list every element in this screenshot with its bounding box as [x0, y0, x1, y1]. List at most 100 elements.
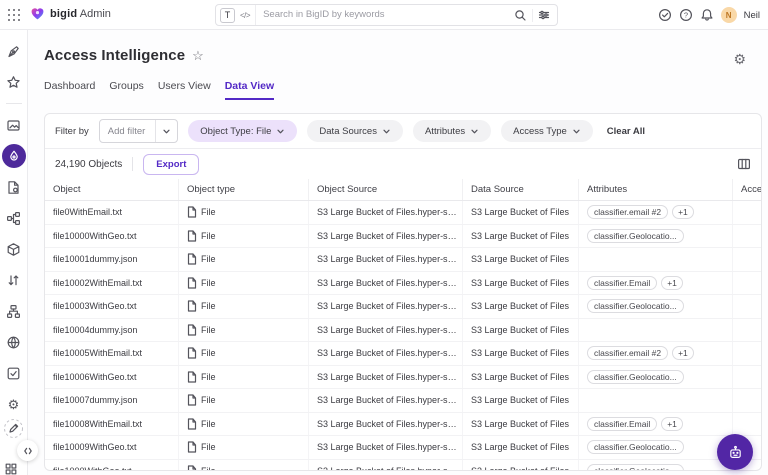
tab-dashboard[interactable]: Dashboard	[44, 80, 95, 100]
text-search-toggle[interactable]: T	[220, 8, 235, 23]
cell-object-type: File	[179, 436, 309, 459]
sidebar-item-compliance[interactable]	[2, 361, 26, 385]
column-header-object[interactable]: Object	[45, 179, 179, 200]
filter-pill-access-type[interactable]: Access Type	[501, 120, 593, 142]
table-row[interactable]: file1000WithGeo.txt File S3 Large Bucket…	[45, 460, 761, 472]
file-icon	[187, 253, 197, 265]
sidebar-item-catalog[interactable]	[2, 299, 26, 323]
cell-attributes: classifier.Geolocatio...	[579, 366, 733, 389]
filter-bar: Filter by Add filter Object Type: File D…	[45, 114, 761, 149]
table-row[interactable]: file10009WithGeo.txt File S3 Large Bucke…	[45, 436, 761, 460]
sidebar-item-settings[interactable]: ⚙	[2, 392, 26, 416]
cell-object: file10006WithGeo.txt	[45, 366, 179, 389]
add-filter-input[interactable]: Add filter	[99, 119, 179, 143]
table-row[interactable]: file10001dummy.json File S3 Large Bucket…	[45, 248, 761, 272]
export-button[interactable]: Export	[143, 154, 199, 175]
column-chooser-icon[interactable]	[737, 157, 751, 171]
cell-data-source: S3 Large Bucket of Files	[463, 436, 579, 459]
clear-all-button[interactable]: Clear All	[607, 126, 645, 137]
app-launcher-icon[interactable]	[8, 9, 21, 22]
attribute-more-chip[interactable]: +1	[661, 417, 683, 431]
attribute-chip[interactable]: classifier.Email	[587, 417, 657, 431]
column-header-access[interactable]: Acce	[733, 179, 762, 200]
search-input[interactable]: Search in BigID by keywords	[255, 5, 509, 25]
table-row[interactable]: file10003WithGeo.txt File S3 Large Bucke…	[45, 295, 761, 319]
favorite-star-icon[interactable]: ☆	[192, 48, 204, 64]
main-content: Access Intelligence ☆ ⚙ Dashboard Groups…	[28, 30, 768, 475]
inventory-cube-icon	[6, 242, 21, 257]
annotate-pencil-icon	[3, 418, 24, 439]
attribute-chip[interactable]: classifier.email #2	[587, 346, 668, 360]
column-header-attributes[interactable]: Attributes	[579, 179, 733, 200]
cell-object-type: File	[179, 319, 309, 342]
notifications-bell-icon[interactable]	[700, 8, 714, 22]
settings-gear-icon: ⚙	[8, 398, 20, 411]
cell-object: file10004dummy.json	[45, 319, 179, 342]
table-row[interactable]: file0WithEmail.txt File S3 Large Bucket …	[45, 201, 761, 225]
attribute-chip[interactable]: classifier.Email	[587, 276, 657, 290]
table-row[interactable]: file10006WithGeo.txt File S3 Large Bucke…	[45, 366, 761, 390]
table-row[interactable]: file10007dummy.json File S3 Large Bucket…	[45, 389, 761, 413]
attribute-chip[interactable]: classifier.email #2	[587, 205, 668, 219]
page-settings-gear-icon[interactable]: ⚙	[733, 51, 746, 68]
chevron-down-icon	[276, 127, 285, 136]
column-header-object-type[interactable]: Object type	[179, 179, 309, 200]
column-header-object-source[interactable]: Object Source	[309, 179, 463, 200]
attribute-chip[interactable]: classifier.Geolocatio...	[587, 440, 684, 454]
tab-groups[interactable]: Groups	[109, 80, 143, 100]
annotate-button[interactable]	[3, 418, 24, 439]
page-title: Access Intelligence	[44, 47, 185, 64]
user-avatar[interactable]: N	[721, 7, 737, 23]
data-view-card: Filter by Add filter Object Type: File D…	[44, 113, 762, 471]
sidebar-item-access-intelligence[interactable]	[2, 144, 26, 168]
tab-users-view[interactable]: Users View	[158, 80, 211, 100]
table-row[interactable]: file10002WithEmail.txt File S3 Large Buc…	[45, 272, 761, 296]
sidebar-item-favorites[interactable]	[2, 70, 26, 94]
cell-attributes: classifier.email #2 +1	[579, 201, 733, 224]
filter-pill-data-sources[interactable]: Data Sources	[307, 120, 403, 142]
table-row[interactable]: file10000WithGeo.txt File S3 Large Bucke…	[45, 225, 761, 249]
sidebar-item-pen[interactable]	[2, 39, 26, 63]
cell-data-source: S3 Large Bucket of Files	[463, 248, 579, 271]
hierarchy-icon	[6, 304, 21, 319]
search-icon[interactable]	[514, 9, 527, 22]
file-icon	[187, 394, 197, 406]
sidebar-item-overview[interactable]	[2, 113, 26, 137]
attribute-chip[interactable]: classifier.Geolocatio...	[587, 229, 684, 243]
svg-text:?: ?	[684, 11, 688, 20]
sidebar-item-policies[interactable]	[2, 175, 26, 199]
assistant-fab-button[interactable]	[717, 434, 753, 470]
attribute-chip[interactable]: classifier.Geolocatio...	[587, 299, 684, 313]
attribute-chip[interactable]: classifier.Geolocatio...	[587, 464, 684, 471]
tasks-check-icon[interactable]	[658, 8, 672, 22]
sidebar-item-data-sphere[interactable]	[2, 330, 26, 354]
column-header-data-source[interactable]: Data Source	[463, 179, 579, 200]
global-search[interactable]: T </> Search in BigID by keywords	[215, 4, 558, 26]
sidebar-item-data-flows[interactable]	[2, 268, 26, 292]
cell-data-source: S3 Large Bucket of Files	[463, 201, 579, 224]
help-icon[interactable]: ?	[679, 8, 693, 22]
cell-attributes: classifier.Geolocatio...	[579, 295, 733, 318]
attribute-chip[interactable]: classifier.Geolocatio...	[587, 370, 684, 384]
table-row[interactable]: file10008WithEmail.txt File S3 Large Buc…	[45, 413, 761, 437]
filter-pill-attributes[interactable]: Attributes	[413, 120, 491, 142]
user-name: Neil	[744, 10, 760, 21]
file-icon	[187, 465, 197, 471]
table-row[interactable]: file10004dummy.json File S3 Large Bucket…	[45, 319, 761, 343]
attribute-more-chip[interactable]: +1	[672, 205, 694, 219]
query-code-icon[interactable]: </>	[240, 11, 250, 20]
sidebar-item-inventory[interactable]	[2, 237, 26, 261]
tab-data-view[interactable]: Data View	[225, 80, 274, 100]
attribute-more-chip[interactable]: +1	[672, 346, 694, 360]
apps-grid-button[interactable]	[5, 463, 17, 475]
attribute-more-chip[interactable]: +1	[661, 276, 683, 290]
filter-pill-object-type[interactable]: Object Type: File	[188, 120, 297, 142]
collapse-sidebar-button[interactable]	[17, 440, 38, 461]
cell-object-source: S3 Large Bucket of Files.hyper-scan-test…	[309, 201, 463, 224]
object-count: 24,190 Objects	[55, 159, 122, 170]
logo-text: bigid Admin	[50, 8, 111, 20]
advanced-search-icon[interactable]	[538, 9, 550, 21]
sidebar-item-classification[interactable]	[2, 206, 26, 230]
table-row[interactable]: file10005WithEmail.txt File S3 Large Buc…	[45, 342, 761, 366]
file-icon	[187, 418, 197, 430]
